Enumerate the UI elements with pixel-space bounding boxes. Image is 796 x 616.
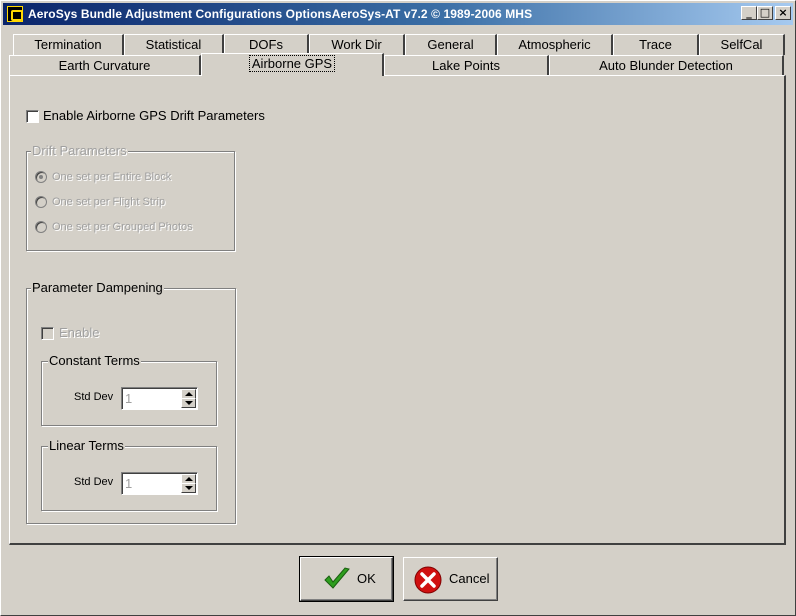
parameter-dampening-title: Parameter Dampening — [31, 280, 164, 295]
dampening-enable-checkbox[interactable] — [41, 327, 54, 340]
radio-grouped-photos-label: One set per Grouped Photos — [52, 221, 193, 233]
tab-label: Trace — [639, 37, 672, 52]
dialog-window: AeroSys Bundle Adjustment Configurations… — [0, 0, 796, 616]
tab-label: Auto Blunder Detection — [599, 58, 733, 73]
app-icon[interactable] — [7, 6, 23, 22]
arrow-down-icon — [185, 486, 193, 490]
minimize-button[interactable]: _ — [741, 6, 757, 20]
parameter-dampening-group: Parameter Dampening Enable Constant Term… — [26, 280, 236, 524]
constant-terms-title: Constant Terms — [48, 353, 141, 368]
tab-label: Termination — [34, 37, 102, 52]
window-title: AeroSys Bundle Adjustment Configurations… — [28, 7, 533, 21]
tab-termination[interactable]: Termination — [13, 34, 124, 55]
dampening-enable-label: Enable — [59, 325, 100, 340]
cancel-button-label: Cancel — [449, 571, 490, 586]
checkmark-icon — [324, 567, 350, 589]
cancel-button[interactable]: Cancel — [403, 557, 498, 601]
constant-spin-down-button[interactable] — [181, 398, 196, 408]
tab-label: Earth Curvature — [58, 58, 151, 73]
radio-flight-strip[interactable] — [35, 196, 47, 208]
title-bar[interactable]: AeroSys Bundle Adjustment Configurations… — [3, 3, 793, 25]
ok-button-label: OK — [357, 571, 376, 586]
close-button[interactable]: × — [775, 6, 791, 20]
radio-flight-strip-label: One set per Flight Strip — [52, 196, 166, 208]
tab-general[interactable]: General — [405, 34, 497, 55]
tab-dofs[interactable]: DOFs — [224, 34, 309, 55]
tab-atmospheric[interactable]: Atmospheric — [497, 34, 613, 55]
enable-drift-checkbox[interactable] — [26, 110, 39, 123]
tab-auto-blunder-detection[interactable]: Auto Blunder Detection — [549, 55, 784, 76]
cancel-x-icon — [414, 566, 442, 594]
constant-std-dev-input[interactable] — [124, 390, 180, 407]
tab-earth-curvature[interactable]: Earth Curvature — [9, 55, 201, 76]
tab-work-dir[interactable]: Work Dir — [309, 34, 405, 55]
drift-parameters-group: Drift Parameters One set per Entire Bloc… — [26, 143, 235, 251]
arrow-up-icon — [185, 477, 193, 481]
radio-entire-block-label: One set per Entire Block — [52, 171, 172, 183]
constant-std-dev-spinner — [121, 387, 198, 410]
arrow-down-icon — [185, 401, 193, 405]
tab-label: General — [427, 37, 474, 52]
constant-std-dev-label: Std Dev — [74, 391, 114, 403]
radio-grouped-photos[interactable] — [35, 221, 47, 233]
tab-statistical[interactable]: Statistical — [124, 34, 224, 55]
drift-parameters-title: Drift Parameters — [31, 143, 128, 158]
tab-label: Lake Points — [432, 58, 500, 73]
enable-drift-label: Enable Airborne GPS Drift Parameters — [43, 108, 265, 123]
tab-selfcal[interactable]: SelfCal — [699, 34, 785, 55]
maximize-button[interactable]: □ — [757, 6, 773, 20]
tab-lake-points[interactable]: Lake Points — [384, 55, 549, 76]
tab-airborne-gps[interactable]: Airborne GPS — [201, 53, 384, 76]
arrow-up-icon — [185, 392, 193, 396]
tab-label: DOFs — [249, 37, 283, 52]
radio-entire-block[interactable] — [35, 171, 47, 183]
tab-trace[interactable]: Trace — [613, 34, 699, 55]
tab-label: Work Dir — [331, 37, 382, 52]
tab-label: Airborne GPS — [248, 55, 336, 72]
close-icon: × — [778, 6, 788, 19]
tab-label: Statistical — [145, 37, 202, 52]
linear-std-dev-spinner — [121, 472, 198, 495]
linear-spin-down-button[interactable] — [181, 483, 196, 493]
ok-button[interactable]: OK — [299, 556, 394, 602]
linear-std-dev-input[interactable] — [124, 475, 180, 492]
maximize-icon: □ — [759, 6, 771, 19]
linear-terms-title: Linear Terms — [48, 438, 125, 453]
linear-std-dev-label: Std Dev — [74, 476, 114, 488]
minimize-icon: _ — [746, 6, 752, 19]
tab-label: SelfCal — [720, 37, 763, 52]
airborne-gps-panel: Enable Airborne GPS Drift Parameters Dri… — [9, 75, 786, 545]
constant-terms-group: Constant Terms Std Dev — [41, 353, 217, 426]
linear-terms-group: Linear Terms Std Dev — [41, 438, 217, 511]
tab-label: Atmospheric — [518, 37, 591, 52]
